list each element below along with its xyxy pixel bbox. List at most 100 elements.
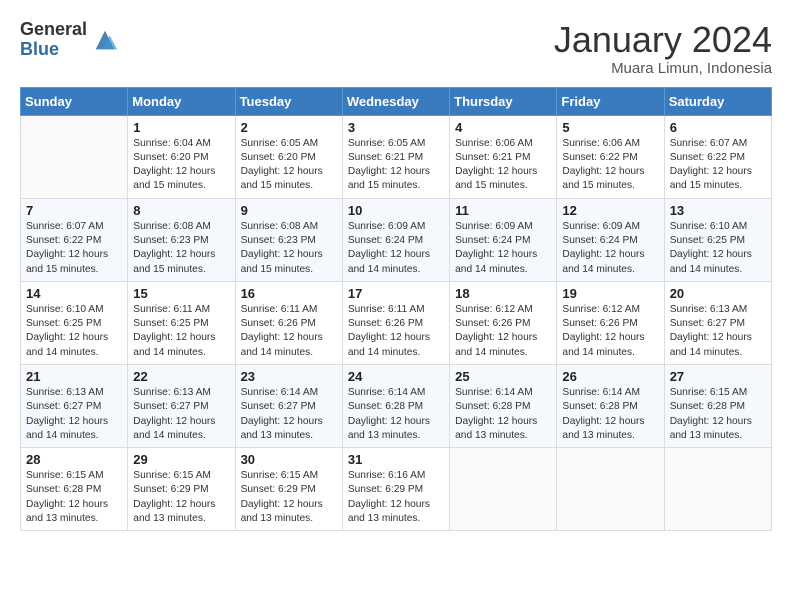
calendar-weekday-header: Friday (557, 87, 664, 115)
day-number: 18 (455, 286, 551, 301)
calendar-cell: 18 Sunrise: 6:12 AM Sunset: 6:26 PM Dayli… (450, 281, 557, 364)
calendar-week-row: 7 Sunrise: 6:07 AM Sunset: 6:22 PM Daylig… (21, 198, 772, 281)
calendar-cell: 19 Sunrise: 6:12 AM Sunset: 6:26 PM Dayli… (557, 281, 664, 364)
logo-general-text: General (20, 20, 87, 40)
calendar-cell: 22 Sunrise: 6:13 AM Sunset: 6:27 PM Dayli… (128, 364, 235, 447)
day-number: 15 (133, 286, 229, 301)
calendar-cell: 16Sunrise: 6:11 AM Sunset: 6:26 PM Dayli… (235, 281, 342, 364)
day-number: 19 (562, 286, 658, 301)
calendar-cell: 11Sunrise: 6:09 AM Sunset: 6:24 PM Dayli… (450, 198, 557, 281)
calendar-weekday-header: Monday (128, 87, 235, 115)
calendar-cell: 3 Sunrise: 6:05 AM Sunset: 6:21 PM Daylig… (342, 115, 449, 198)
day-number: 12 (562, 203, 658, 218)
day-info: Sunrise: 6:12 AM Sunset: 6:26 PM Dayligh… (455, 303, 551, 360)
day-number: 9 (241, 203, 337, 218)
day-info: Sunrise: 6:08 AM Sunset: 6:23 PM Dayligh… (241, 220, 337, 277)
day-info: Sunrise: 6:09 AM Sunset: 6:24 PM Dayligh… (562, 220, 658, 277)
calendar-cell: 2 Sunrise: 6:05 AM Sunset: 6:20 PM Daylig… (235, 115, 342, 198)
day-info: Sunrise: 6:13 AM Sunset: 6:27 PM Dayligh… (670, 303, 766, 360)
calendar-cell (21, 115, 128, 198)
day-number: 7 (26, 203, 122, 218)
day-number: 8 (133, 203, 229, 218)
day-info: Sunrise: 6:13 AM Sunset: 6:27 PM Dayligh… (133, 386, 229, 443)
day-info: Sunrise: 6:13 AM Sunset: 6:27 PM Dayligh… (26, 386, 122, 443)
day-info: Sunrise: 6:06 AM Sunset: 6:21 PM Dayligh… (455, 137, 551, 194)
day-number: 1 (133, 120, 229, 135)
day-number: 13 (670, 203, 766, 218)
logo-blue-text: Blue (20, 40, 87, 60)
calendar-cell: 29Sunrise: 6:15 AM Sunset: 6:29 PM Dayli… (128, 448, 235, 531)
day-number: 21 (26, 369, 122, 384)
calendar-cell: 14 Sunrise: 6:10 AM Sunset: 6:25 PM Dayli… (21, 281, 128, 364)
day-info: Sunrise: 6:07 AM Sunset: 6:22 PM Dayligh… (26, 220, 122, 277)
calendar-cell: 28 Sunrise: 6:15 AM Sunset: 6:28 PM Dayli… (21, 448, 128, 531)
calendar-weekday-header: Saturday (664, 87, 771, 115)
calendar-cell (557, 448, 664, 531)
title-block: January 2024 Muara Limun, Indonesia (554, 20, 772, 77)
calendar-cell: 27 Sunrise: 6:15 AM Sunset: 6:28 PM Dayli… (664, 364, 771, 447)
day-number: 3 (348, 120, 444, 135)
day-number: 31 (348, 452, 444, 467)
day-number: 20 (670, 286, 766, 301)
day-number: 25 (455, 369, 551, 384)
day-number: 10 (348, 203, 444, 218)
day-number: 6 (670, 120, 766, 135)
day-info: Sunrise: 6:15 AM Sunset: 6:28 PM Dayligh… (26, 469, 122, 526)
day-info: Sunrise: 6:05 AM Sunset: 6:21 PM Dayligh… (348, 137, 444, 194)
calendar-cell: 26Sunrise: 6:14 AM Sunset: 6:28 PM Dayli… (557, 364, 664, 447)
day-number: 5 (562, 120, 658, 135)
day-info: Sunrise: 6:10 AM Sunset: 6:25 PM Dayligh… (670, 220, 766, 277)
page-header: General Blue January 2024 Muara Limun, I… (20, 20, 772, 77)
calendar-table: SundayMondayTuesdayWednesdayThursdayFrid… (20, 87, 772, 532)
day-number: 2 (241, 120, 337, 135)
calendar-cell: 30Sunrise: 6:15 AM Sunset: 6:29 PM Dayli… (235, 448, 342, 531)
calendar-cell: 17 Sunrise: 6:11 AM Sunset: 6:26 PM Dayli… (342, 281, 449, 364)
day-info: Sunrise: 6:14 AM Sunset: 6:28 PM Dayligh… (562, 386, 658, 443)
logo: General Blue (20, 20, 119, 60)
calendar-cell: 10Sunrise: 6:09 AM Sunset: 6:24 PM Dayli… (342, 198, 449, 281)
month-title: January 2024 (554, 20, 772, 60)
day-info: Sunrise: 6:16 AM Sunset: 6:29 PM Dayligh… (348, 469, 444, 526)
calendar-header-row: SundayMondayTuesdayWednesdayThursdayFrid… (21, 87, 772, 115)
calendar-cell: 15Sunrise: 6:11 AM Sunset: 6:25 PM Dayli… (128, 281, 235, 364)
day-number: 11 (455, 203, 551, 218)
calendar-weekday-header: Tuesday (235, 87, 342, 115)
day-info: Sunrise: 6:10 AM Sunset: 6:25 PM Dayligh… (26, 303, 122, 360)
day-number: 17 (348, 286, 444, 301)
calendar-cell: 6Sunrise: 6:07 AM Sunset: 6:22 PM Daylig… (664, 115, 771, 198)
calendar-weekday-header: Sunday (21, 87, 128, 115)
calendar-cell: 25 Sunrise: 6:14 AM Sunset: 6:28 PM Dayli… (450, 364, 557, 447)
day-info: Sunrise: 6:12 AM Sunset: 6:26 PM Dayligh… (562, 303, 658, 360)
calendar-cell: 4 Sunrise: 6:06 AM Sunset: 6:21 PM Daylig… (450, 115, 557, 198)
logo-icon (91, 26, 119, 54)
day-number: 29 (133, 452, 229, 467)
day-info: Sunrise: 6:05 AM Sunset: 6:20 PM Dayligh… (241, 137, 337, 194)
calendar-cell: 24Sunrise: 6:14 AM Sunset: 6:28 PM Dayli… (342, 364, 449, 447)
day-number: 22 (133, 369, 229, 384)
calendar-cell: 21 Sunrise: 6:13 AM Sunset: 6:27 PM Dayli… (21, 364, 128, 447)
day-number: 27 (670, 369, 766, 384)
calendar-cell: 23Sunrise: 6:14 AM Sunset: 6:27 PM Dayli… (235, 364, 342, 447)
calendar-cell: 12 Sunrise: 6:09 AM Sunset: 6:24 PM Dayli… (557, 198, 664, 281)
day-info: Sunrise: 6:14 AM Sunset: 6:27 PM Dayligh… (241, 386, 337, 443)
calendar-cell (450, 448, 557, 531)
calendar-cell: 20 Sunrise: 6:13 AM Sunset: 6:27 PM Dayli… (664, 281, 771, 364)
day-info: Sunrise: 6:11 AM Sunset: 6:26 PM Dayligh… (241, 303, 337, 360)
calendar-weekday-header: Thursday (450, 87, 557, 115)
calendar-week-row: 14 Sunrise: 6:10 AM Sunset: 6:25 PM Dayli… (21, 281, 772, 364)
calendar-cell: 7 Sunrise: 6:07 AM Sunset: 6:22 PM Daylig… (21, 198, 128, 281)
day-number: 4 (455, 120, 551, 135)
day-info: Sunrise: 6:15 AM Sunset: 6:28 PM Dayligh… (670, 386, 766, 443)
day-info: Sunrise: 6:14 AM Sunset: 6:28 PM Dayligh… (455, 386, 551, 443)
day-number: 28 (26, 452, 122, 467)
day-info: Sunrise: 6:04 AM Sunset: 6:20 PM Dayligh… (133, 137, 229, 194)
location: Muara Limun, Indonesia (554, 60, 772, 77)
calendar-cell: 5Sunrise: 6:06 AM Sunset: 6:22 PM Daylig… (557, 115, 664, 198)
calendar-week-row: 28 Sunrise: 6:15 AM Sunset: 6:28 PM Dayli… (21, 448, 772, 531)
day-info: Sunrise: 6:11 AM Sunset: 6:26 PM Dayligh… (348, 303, 444, 360)
day-info: Sunrise: 6:14 AM Sunset: 6:28 PM Dayligh… (348, 386, 444, 443)
calendar-week-row: 21 Sunrise: 6:13 AM Sunset: 6:27 PM Dayli… (21, 364, 772, 447)
day-number: 14 (26, 286, 122, 301)
calendar-weekday-header: Wednesday (342, 87, 449, 115)
day-info: Sunrise: 6:15 AM Sunset: 6:29 PM Dayligh… (241, 469, 337, 526)
